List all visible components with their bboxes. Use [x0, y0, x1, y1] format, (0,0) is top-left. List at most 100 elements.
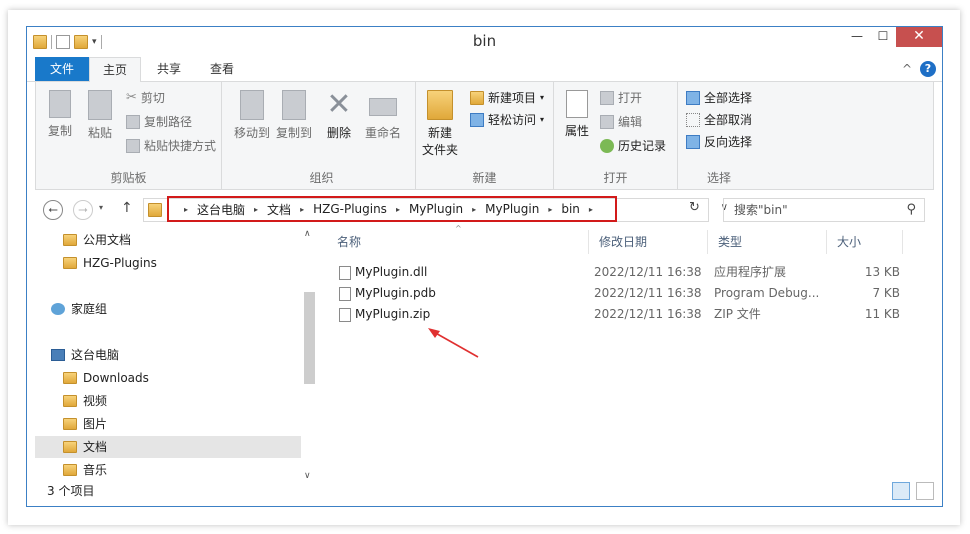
nav-item-label: 家庭组: [71, 302, 108, 316]
large-icons-view-button[interactable]: [916, 482, 934, 500]
file-type: Program Debug...: [714, 286, 820, 300]
invert-selection-button[interactable]: 反向选择: [686, 132, 752, 152]
easy-access-icon: [470, 113, 484, 127]
back-button[interactable]: ⭠: [43, 200, 63, 220]
paste-icon: [88, 90, 112, 120]
properties-button[interactable]: 属性: [562, 90, 592, 139]
easy-access-button[interactable]: 轻松访问 ▾: [470, 110, 544, 130]
column-type[interactable]: 类型: [708, 230, 827, 254]
help-icon[interactable]: ?: [920, 61, 936, 77]
file-row[interactable]: MyPlugin.pdb 2022/12/11 16:38 Program Debu…: [331, 283, 911, 304]
breadcrumb-separator-icon[interactable]: ▸: [396, 205, 400, 214]
nav-item[interactable]: 这台电脑: [35, 344, 301, 366]
edit-icon: [600, 115, 614, 129]
status-bar: 3 个项目: [27, 476, 942, 506]
nav-item[interactable]: 音乐: [35, 459, 301, 477]
breadcrumb-item[interactable]: 这台电脑: [197, 201, 245, 218]
breadcrumb-item[interactable]: MyPlugin: [485, 202, 539, 216]
history-button[interactable]: 历史记录: [600, 136, 666, 156]
file-row[interactable]: MyPlugin.zip 2022/12/11 16:38 ZIP 文件 11 KB: [331, 304, 911, 325]
breadcrumb-item[interactable]: bin: [561, 202, 580, 216]
nav-item[interactable]: 文档: [35, 436, 301, 458]
file-icon: [339, 265, 351, 280]
close-button[interactable]: ✕: [896, 27, 942, 47]
forward-button[interactable]: ⭢: [73, 200, 93, 220]
column-date[interactable]: 修改日期: [589, 230, 708, 254]
explorer-window: ▾ bin — ☐ ✕ 文件 主页 共享 查看 ^ ? 复制 粘贴 ✂ 剪切 复…: [26, 26, 943, 507]
search-input[interactable]: 搜索"bin" ⚲: [723, 198, 925, 222]
file-date: 2022/12/11 16:38: [594, 307, 702, 321]
nav-item-label: 视频: [83, 394, 108, 408]
copy-button[interactable]: 复制: [42, 90, 78, 139]
folder-icon: [63, 441, 77, 453]
folder-icon: [63, 418, 77, 430]
maximize-button[interactable]: ☐: [870, 27, 896, 47]
tab-share[interactable]: 共享: [147, 57, 191, 81]
breadcrumb-separator-icon[interactable]: ▸: [254, 205, 258, 214]
delete-button[interactable]: ✕ 删除: [322, 90, 356, 141]
copy-to-button[interactable]: 复制到: [274, 90, 314, 141]
minimize-button[interactable]: —: [844, 27, 870, 47]
select-none-button[interactable]: 全部取消: [686, 110, 752, 130]
copy-path-button[interactable]: 复制路径: [126, 112, 192, 132]
move-to-button[interactable]: 移动到: [232, 90, 272, 141]
scroll-up-icon[interactable]: ∧: [304, 229, 311, 239]
ribbon-tabs: 文件 主页 共享 查看 ^ ?: [27, 57, 942, 82]
window-title: bin: [472, 32, 497, 50]
nav-item-label: Downloads: [83, 371, 149, 385]
collapse-ribbon-icon[interactable]: ^: [902, 62, 912, 76]
file-row[interactable]: MyPlugin.dll 2022/12/11 16:38 应用程序扩展 13 KB: [331, 262, 911, 283]
breadcrumb-separator-icon[interactable]: ▸: [184, 205, 188, 214]
breadcrumb-item[interactable]: MyPlugin: [409, 202, 463, 216]
ribbon: 复制 粘贴 ✂ 剪切 复制路径 粘贴快捷方式 剪贴板 移动到 复制到 ✕ 删除 …: [35, 82, 934, 190]
folder-icon: [63, 372, 77, 384]
tab-home[interactable]: 主页: [89, 57, 141, 82]
nav-item[interactable]: 公用文档: [35, 229, 301, 251]
new-item-button[interactable]: 新建项目 ▾: [470, 88, 544, 108]
nav-item[interactable]: 视频: [35, 390, 301, 412]
file-type: 应用程序扩展: [714, 265, 787, 279]
nav-item[interactable]: Downloads: [35, 367, 301, 389]
computer-icon: [51, 349, 65, 361]
nav-item[interactable]: 家庭组: [35, 298, 301, 320]
file-size: 11 KB: [864, 307, 900, 321]
open-button[interactable]: 打开: [600, 88, 642, 108]
homegroup-icon: [51, 303, 65, 315]
rename-label: 重命名: [364, 126, 401, 140]
recent-locations-icon[interactable]: ▾: [99, 203, 103, 212]
details-view-button[interactable]: [892, 482, 910, 500]
column-name[interactable]: 名称: [327, 230, 589, 254]
delete-label: 删除: [326, 126, 351, 140]
paste-button[interactable]: 粘贴: [82, 90, 118, 141]
paste-shortcut-button[interactable]: 粘贴快捷方式: [126, 136, 216, 156]
nav-scrollbar-thumb[interactable]: [304, 292, 315, 384]
breadcrumb-item[interactable]: 文档: [267, 201, 291, 218]
address-bar-row: ⭠ ⭢ ▾ ↑ ∨ ↻ ▸ 这台电脑 ▸ 文档 ▸ HZG-Plugins ▸ MyPlugi…: [35, 196, 934, 223]
tab-file[interactable]: 文件: [35, 57, 89, 81]
nav-item[interactable]: 图片: [35, 413, 301, 435]
nav-item-label: 文档: [83, 440, 108, 454]
cut-label: 剪切: [140, 91, 165, 105]
refresh-button[interactable]: ↻: [689, 200, 700, 215]
rename-button[interactable]: 重命名: [362, 90, 404, 141]
folder-icon: [63, 257, 77, 269]
select-group: 全部选择 全部取消 反向选择 选择: [678, 82, 760, 190]
breadcrumb-separator-icon[interactable]: ▸: [589, 205, 593, 214]
breadcrumb-item[interactable]: HZG-Plugins: [313, 202, 387, 216]
breadcrumb-separator-icon[interactable]: ▸: [548, 205, 552, 214]
select-all-button[interactable]: 全部选择: [686, 88, 752, 108]
breadcrumb-separator-icon[interactable]: ▸: [300, 205, 304, 214]
tab-view[interactable]: 查看: [199, 57, 245, 81]
edit-button[interactable]: 编辑: [600, 112, 642, 132]
up-button[interactable]: ↑: [121, 200, 133, 216]
breadcrumb-separator-icon[interactable]: ▸: [472, 205, 476, 214]
cut-button[interactable]: ✂ 剪切: [126, 88, 165, 108]
scissors-icon: ✂: [126, 90, 137, 105]
new-folder-button[interactable]: 新建 文件夹: [420, 90, 460, 158]
column-size[interactable]: 大小: [827, 230, 903, 254]
folder-icon: [63, 234, 77, 246]
delete-icon: ✕: [326, 87, 352, 122]
new-item-label: 新建项目: [488, 91, 537, 105]
nav-item[interactable]: HZG-Plugins: [35, 252, 301, 274]
breadcrumb: ▸ 这台电脑 ▸ 文档 ▸ HZG-Plugins ▸ MyPlugin ▸ MyPlugin ▸ b…: [167, 196, 617, 222]
